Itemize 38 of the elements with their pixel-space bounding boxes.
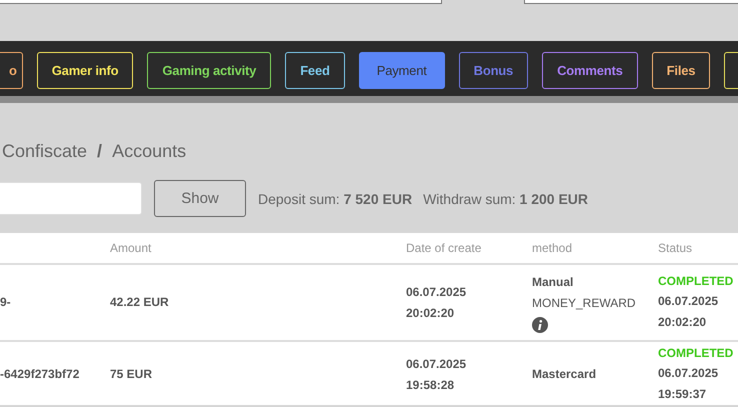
table-cell-text: -6429f273bf72 [0,366,80,383]
column-header: method [532,241,574,255]
column-header: Amount [110,241,152,255]
input-field[interactable] [0,0,442,4]
table-cell-text: Manual [532,274,574,291]
table-cell-text: 19:58:28 [406,376,456,394]
table-cell-text: 9- [0,294,12,311]
tab[interactable]: Files [652,52,710,89]
table-cell-text: MONEY_REWARD [532,295,637,312]
table-cell-text: 06.07.2025 [406,284,468,300]
table-cell-text: 19:59:37 [658,386,708,403]
info-icon[interactable] [532,317,548,333]
tab[interactable]: Gamer info [36,52,134,89]
tab[interactable]: Feed [285,52,345,89]
table-cell-text: 75 EUR [110,366,154,383]
tab[interactable]: Comments [542,52,638,89]
table-cell-text: 20:02:20 [658,314,708,331]
table-cell-text: 20:02:20 [406,304,456,322]
breadcrumb-separator: / [97,141,102,163]
status-text: COMPLETED [658,273,734,290]
sum-text: Withdraw sum: 1 200 EUR [423,190,588,206]
tab[interactable]: Payment [358,52,445,89]
status-text: COMPLETED [658,345,734,362]
table-cell-text: 06.07.2025 [658,365,720,382]
table-cell-text: 06.07.2025 [406,356,468,372]
tab[interactable]: o [0,52,23,89]
column-header: Date of create [406,241,482,255]
tab[interactable]: Bonus [458,52,528,89]
breadcrumb-item: Accounts [112,141,186,163]
input-field[interactable] [524,0,738,4]
show-button[interactable]: Show [154,180,246,217]
sum-text: Deposit sum: 7 520 EUR [258,190,412,206]
column-header: Status [658,241,694,255]
tab[interactable]: Gaming activity [147,52,272,89]
table-cell-text: 06.07.2025 [658,293,720,310]
table-cell-text: Mastercard [532,366,598,383]
breadcrumb-item[interactable]: Confiscate [2,141,88,163]
table-cell-text: 42.22 EUR [110,294,170,311]
